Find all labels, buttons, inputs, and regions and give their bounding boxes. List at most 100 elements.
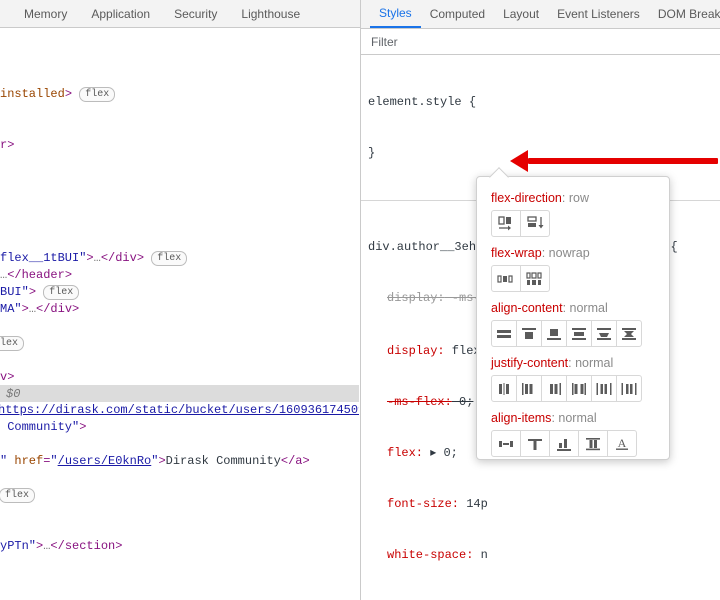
- dom-line[interactable]: flex: [0, 335, 25, 352]
- styles-tabbar: Styles Computed Layout Event Listeners D…: [361, 0, 720, 29]
- dom-attr-name: installed: [0, 87, 65, 101]
- justify-content-group: justify-content: normal: [477, 356, 642, 402]
- dom-attr-value: ": [50, 454, 58, 468]
- red-pointer-arrow-head: [510, 150, 528, 172]
- align-content-space-around-icon[interactable]: [591, 320, 617, 347]
- dom-punct: >: [28, 285, 37, 299]
- justify-content-flex-end-icon[interactable]: [541, 375, 567, 402]
- flex-wrap-nowrap-icon[interactable]: [491, 265, 521, 292]
- align-content-center-icon[interactable]: [491, 320, 517, 347]
- justify-content-space-evenly-icon[interactable]: [616, 375, 642, 402]
- flex-direction-value: row: [568, 191, 589, 205]
- css-value[interactable]: ▸ 0;: [423, 446, 458, 460]
- dom-line[interactable]: …</header>: [0, 267, 72, 284]
- align-items-title: align-items: normal: [491, 411, 597, 425]
- tab-layout[interactable]: Layout: [494, 0, 548, 28]
- dom-ellipsis[interactable]: …: [29, 302, 36, 316]
- align-content-flex-start-icon[interactable]: [516, 320, 542, 347]
- css-property[interactable]: -ms-flex:: [387, 395, 452, 409]
- tab-event-listeners[interactable]: Event Listeners: [548, 0, 649, 28]
- flex-badge[interactable]: flex: [0, 488, 36, 503]
- dom-line[interactable]: " href="/users/E0knRo">Dirask Community<…: [0, 453, 310, 470]
- dom-selected-row-highlight: [0, 385, 359, 402]
- svg-text:A: A: [618, 436, 627, 450]
- css-rule-close: }: [368, 146, 376, 160]
- css-value[interactable]: 0;: [452, 395, 473, 409]
- css-value[interactable]: n: [473, 548, 488, 562]
- flex-direction-column-icon[interactable]: [520, 210, 550, 237]
- align-content-property: align-content: [491, 301, 563, 315]
- dom-attr-name: href: [14, 454, 44, 468]
- dom-line[interactable]: flex: [0, 487, 36, 504]
- css-value[interactable]: 14p: [459, 497, 488, 511]
- align-items-stretch-icon[interactable]: [578, 430, 608, 457]
- devtools-tab-memory[interactable]: Memory: [12, 0, 79, 27]
- flex-badge[interactable]: flex: [0, 336, 25, 351]
- dom-line[interactable]: v>: [0, 369, 14, 386]
- dom-close-tag: </div>: [100, 251, 145, 265]
- dom-resource-link[interactable]: https://dirask.com/static/bucket/users/1…: [0, 403, 359, 417]
- flex-wrap-group: flex-wrap: nowrap: [477, 246, 590, 292]
- justify-content-space-between-icon[interactable]: [566, 375, 592, 402]
- flex-wrap-value: nowrap: [548, 246, 590, 260]
- devtools-tab-security[interactable]: Security: [162, 0, 229, 27]
- dom-punct: >: [86, 251, 94, 265]
- dom-selected-marker: $0: [6, 386, 20, 403]
- css-property[interactable]: display:: [387, 344, 445, 358]
- flex-direction-buttons: [491, 210, 589, 237]
- dom-line[interactable]: yPTn">…</section>: [0, 538, 122, 555]
- css-property[interactable]: font-size:: [387, 497, 459, 511]
- css-property[interactable]: white-space:: [387, 548, 473, 562]
- align-content-space-between-icon[interactable]: [566, 320, 592, 347]
- dom-line[interactable]: installed> flex: [0, 86, 116, 103]
- dom-ellipsis[interactable]: …: [94, 251, 101, 265]
- justify-content-flex-start-icon[interactable]: [516, 375, 542, 402]
- justify-content-center-icon[interactable]: [491, 375, 517, 402]
- dom-line[interactable]: flex__1tBUI">…</div> flex: [0, 250, 188, 267]
- flex-wrap-wrap-icon[interactable]: [520, 265, 550, 292]
- styles-filter-row[interactable]: Filter: [361, 29, 720, 55]
- align-items-center-icon[interactable]: [491, 430, 521, 457]
- dom-close-tag: </div>: [36, 302, 80, 316]
- flex-wrap-title: flex-wrap: nowrap: [491, 246, 590, 260]
- red-pointer-arrow-shaft: [528, 158, 718, 164]
- flexbox-editor-popup[interactable]: flex-direction: row flex-wrap: nowrap al…: [476, 167, 670, 460]
- dom-dollar-zero: $0: [6, 387, 21, 401]
- align-items-baseline-icon[interactable]: A: [607, 430, 637, 457]
- dom-href-link[interactable]: /users/E0knRo: [58, 454, 152, 468]
- dom-line[interactable]: Community">: [0, 419, 86, 436]
- tab-dom-breakpoints[interactable]: DOM Breakp: [649, 0, 720, 28]
- tab-styles[interactable]: Styles: [370, 0, 421, 28]
- styles-filter-input[interactable]: Filter: [371, 35, 398, 49]
- dom-line[interactable]: BUI"> flex: [0, 284, 80, 301]
- align-items-flex-start-icon[interactable]: [520, 430, 550, 457]
- justify-content-value: normal: [575, 356, 614, 370]
- align-content-flex-end-icon[interactable]: [541, 320, 567, 347]
- justify-content-space-around-icon[interactable]: [591, 375, 617, 402]
- dom-close-tag: </a>: [280, 454, 310, 468]
- dom-attr-value: yPTn": [0, 539, 37, 553]
- flex-badge[interactable]: flex: [151, 251, 188, 266]
- flex-badge[interactable]: flex: [79, 87, 116, 102]
- devtools-tab-lighthouse[interactable]: Lighthouse: [229, 0, 312, 27]
- devtools-tabbar: Memory Application Security Lighthouse: [0, 0, 360, 28]
- align-content-stretch-icon[interactable]: [616, 320, 642, 347]
- dom-tree-pane[interactable]: installed> flex r> flex__1tBUI">…</div> …: [0, 28, 359, 600]
- align-items-group: align-items: normal A: [477, 411, 637, 457]
- css-property[interactable]: flex:: [387, 446, 423, 460]
- dom-tag: r>: [0, 138, 15, 152]
- flex-badge[interactable]: flex: [43, 285, 80, 300]
- tab-computed[interactable]: Computed: [421, 0, 494, 28]
- dom-attr-value: flex__1tBUI": [0, 251, 87, 265]
- flex-wrap-buttons: [491, 265, 590, 292]
- css-selector[interactable]: element.style {: [368, 95, 476, 109]
- flex-direction-row-icon[interactable]: [491, 210, 521, 237]
- dom-line[interactable]: https://dirask.com/static/bucket/users/1…: [0, 402, 359, 419]
- devtools-tab-application[interactable]: Application: [79, 0, 162, 27]
- dom-line[interactable]: r>: [0, 137, 14, 154]
- css-property[interactable]: display:: [387, 291, 445, 305]
- align-content-title: align-content: normal: [491, 301, 608, 315]
- dom-attr-value: BUI": [0, 285, 29, 299]
- dom-line[interactable]: MA">…</div>: [0, 301, 79, 318]
- align-items-flex-end-icon[interactable]: [549, 430, 579, 457]
